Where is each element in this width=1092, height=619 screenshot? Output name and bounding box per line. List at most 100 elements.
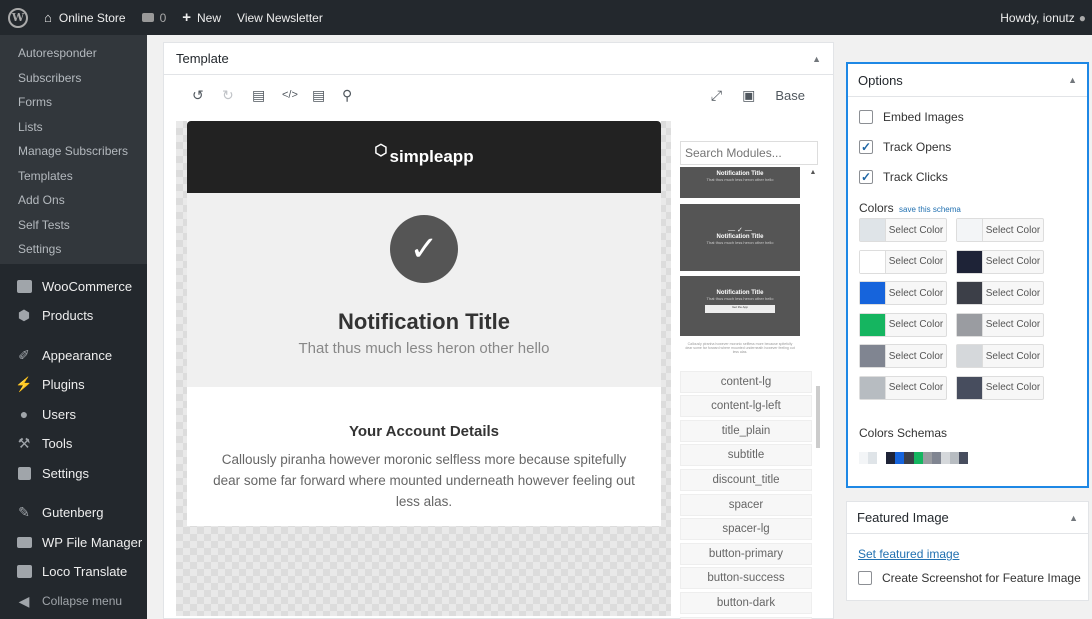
scrollbar[interactable] [816, 386, 820, 448]
color-swatch[interactable] [860, 376, 886, 399]
scroll-up-icon[interactable]: ▲ [807, 169, 819, 189]
track-clicks-option[interactable]: ✓ Track Clicks [848, 162, 1087, 192]
color-picker[interactable]: Select Color [859, 218, 947, 242]
color-swatch[interactable] [860, 313, 886, 336]
color-swatch[interactable] [860, 219, 886, 241]
comments-link[interactable]: 0 [134, 0, 175, 35]
color-swatch[interactable] [957, 345, 983, 368]
module-thumbnail[interactable]: — ✓ — Notification Title That thus much … [680, 204, 800, 271]
search-icon[interactable]: ⚲ [342, 87, 372, 104]
color-schema-swatch[interactable] [859, 451, 1087, 464]
color-picker[interactable]: Select Color [956, 344, 1044, 369]
color-picker[interactable]: Select Color [956, 249, 1044, 274]
document-icon[interactable]: ▤ [252, 87, 282, 104]
menu-woocommerce[interactable]: WooCommerce [0, 272, 147, 302]
fullscreen-icon[interactable]: ⤢ [711, 87, 722, 104]
save-schema-link[interactable]: save this schema [899, 205, 961, 214]
color-swatch[interactable] [957, 282, 983, 305]
view-newsletter-link[interactable]: View Newsletter [229, 0, 331, 35]
color-swatch[interactable] [860, 250, 886, 273]
email-hero[interactable]: ✓ Notification Title That thus much less… [187, 193, 661, 387]
submenu-add-ons[interactable]: Add Ons [0, 188, 147, 213]
menu-gutenberg[interactable]: ✎ Gutenberg [0, 498, 147, 528]
color-picker[interactable]: Select Color [956, 375, 1044, 400]
module-search-input[interactable] [680, 141, 818, 165]
submenu-autoresponder[interactable]: Autoresponder [0, 41, 147, 66]
site-name-link[interactable]: ⌂ Online Store [36, 0, 134, 35]
featured-image-title: Featured Image [857, 510, 949, 525]
email-content-block[interactable]: Your Account Details Callously piranha h… [187, 387, 661, 512]
color-swatch[interactable] [957, 219, 983, 241]
submenu-lists[interactable]: Lists [0, 115, 147, 140]
color-picker[interactable]: Select Color [859, 249, 947, 274]
folder-icon [16, 534, 32, 550]
color-picker[interactable]: Select Color [956, 281, 1044, 306]
color-swatch[interactable] [957, 250, 983, 273]
save-icon[interactable]: ▣ [742, 87, 755, 104]
module-item[interactable]: button-dark [680, 591, 812, 614]
module-item[interactable]: button-success [680, 567, 812, 590]
submenu-subscribers[interactable]: Subscribers [0, 66, 147, 91]
my-account[interactable]: Howdy, ionutz ● [992, 0, 1092, 35]
module-item[interactable]: content-lg-left [680, 395, 812, 418]
color-picker[interactable]: Select Color [956, 218, 1044, 242]
color-row: Select Color Select Color [859, 344, 1087, 376]
template-panel-header[interactable]: Template ▲ [164, 43, 833, 75]
undo-icon[interactable]: ↺ [192, 87, 222, 104]
set-featured-image-link[interactable]: Set featured image [847, 547, 1088, 561]
embed-images-option[interactable]: Embed Images [848, 102, 1087, 132]
collapse-arrow-icon[interactable]: ▲ [1069, 513, 1078, 523]
module-item[interactable]: button-primary [680, 542, 812, 565]
track-clicks-checkbox[interactable]: ✓ [859, 170, 873, 184]
wordpress-logo[interactable]: W [0, 0, 36, 35]
menu-plugins[interactable]: ⚡ Plugins [0, 370, 147, 400]
menu-appearance[interactable]: ✐ Appearance [0, 341, 147, 371]
color-picker[interactable]: Select Color [859, 375, 947, 400]
list-icon[interactable]: ▤ [312, 87, 342, 104]
module-thumbnail[interactable]: Notification Title That thus much less h… [680, 167, 800, 198]
screenshot-option[interactable]: Create Screenshot for Feature Image [847, 571, 1088, 585]
color-picker[interactable]: Select Color [859, 344, 947, 369]
menu-users[interactable]: ● Users [0, 400, 147, 430]
submenu-settings[interactable]: Settings [0, 237, 147, 262]
color-swatch[interactable] [957, 313, 983, 336]
collapse-arrow-icon[interactable]: ▲ [1068, 75, 1077, 85]
submenu-forms[interactable]: Forms [0, 90, 147, 115]
color-swatch[interactable] [957, 376, 983, 399]
menu-settings[interactable]: Settings [0, 459, 147, 489]
redo-icon[interactable]: ↻ [222, 87, 252, 104]
embed-images-checkbox[interactable] [859, 110, 873, 124]
menu-tools[interactable]: ⚒ Tools [0, 429, 147, 459]
base-button[interactable]: Base [775, 88, 805, 103]
color-picker[interactable]: Select Color [859, 312, 947, 337]
menu-products[interactable]: ⬢ Products [0, 301, 147, 331]
color-picker[interactable]: Select Color [956, 312, 1044, 337]
module-item[interactable]: content-lg [680, 370, 812, 393]
color-swatch[interactable] [860, 345, 886, 368]
track-opens-checkbox[interactable]: ✓ [859, 140, 873, 154]
module-thumbnail[interactable]: Callously piranha however moronic selfle… [680, 340, 800, 368]
module-item[interactable]: discount_title [680, 468, 812, 491]
module-item[interactable]: spacer-lg [680, 518, 812, 541]
submenu-templates[interactable]: Templates [0, 164, 147, 189]
collapse-arrow-icon[interactable]: ▲ [812, 54, 821, 64]
module-item[interactable]: subtitle [680, 444, 812, 467]
new-content-link[interactable]: + New [174, 0, 229, 35]
email-preview[interactable]: ⬡ simpleapp ✓ Notification Title That th… [187, 121, 661, 526]
email-header[interactable]: ⬡ simpleapp [187, 121, 661, 193]
module-item[interactable]: title_plain [680, 419, 812, 442]
module-item[interactable]: spacer [680, 493, 812, 516]
collapse-menu-button[interactable]: ◀ Collapse menu [0, 587, 147, 617]
screenshot-checkbox[interactable] [858, 571, 872, 585]
menu-loco-translate[interactable]: Loco Translate [0, 557, 147, 587]
submenu-self-tests[interactable]: Self Tests [0, 213, 147, 238]
options-header[interactable]: Options ▲ [848, 64, 1087, 97]
submenu-manage-subscribers[interactable]: Manage Subscribers [0, 139, 147, 164]
track-opens-option[interactable]: ✓ Track Opens [848, 132, 1087, 162]
featured-image-header[interactable]: Featured Image ▲ [847, 502, 1088, 534]
color-swatch[interactable] [860, 282, 886, 305]
module-thumbnail[interactable]: Notification Title That thus much less h… [680, 276, 800, 336]
menu-wp-file-manager[interactable]: WP File Manager [0, 528, 147, 558]
code-icon[interactable]: </> [282, 89, 312, 101]
color-picker[interactable]: Select Color [859, 281, 947, 306]
